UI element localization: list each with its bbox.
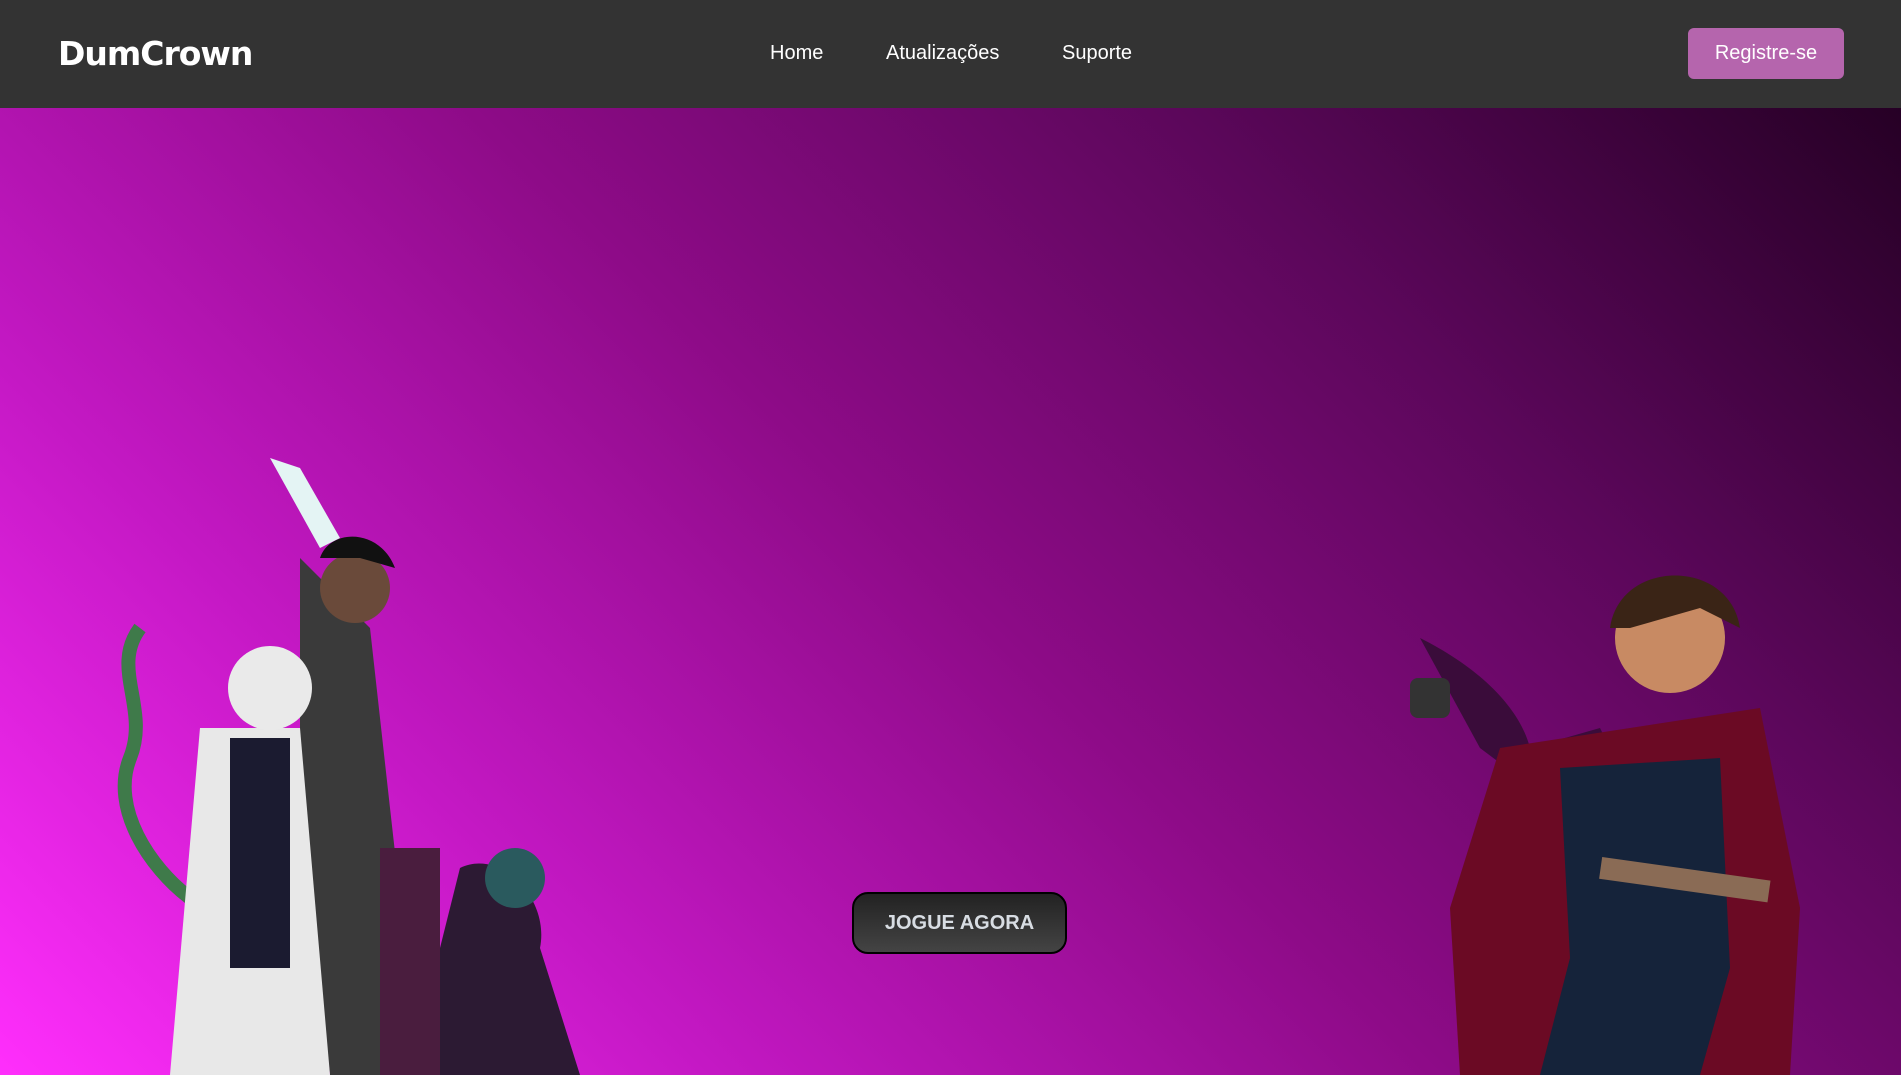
hero-section: JOGUE AGORA: [0, 108, 1901, 1075]
nav-home[interactable]: Home: [770, 42, 823, 65]
left-character-group-art: [117, 458, 580, 1075]
right-character-art: [1410, 575, 1800, 1075]
play-now-button[interactable]: JOGUE AGORA: [852, 892, 1067, 954]
logo[interactable]: DumCrown: [58, 34, 253, 73]
nav-atualizacoes[interactable]: Atualizações: [886, 42, 999, 65]
top-navbar: DumCrown Home Atualizações Suporte Regis…: [0, 0, 1901, 108]
register-button[interactable]: Registre-se: [1688, 28, 1844, 79]
nav-suporte[interactable]: Suporte: [1062, 42, 1132, 65]
